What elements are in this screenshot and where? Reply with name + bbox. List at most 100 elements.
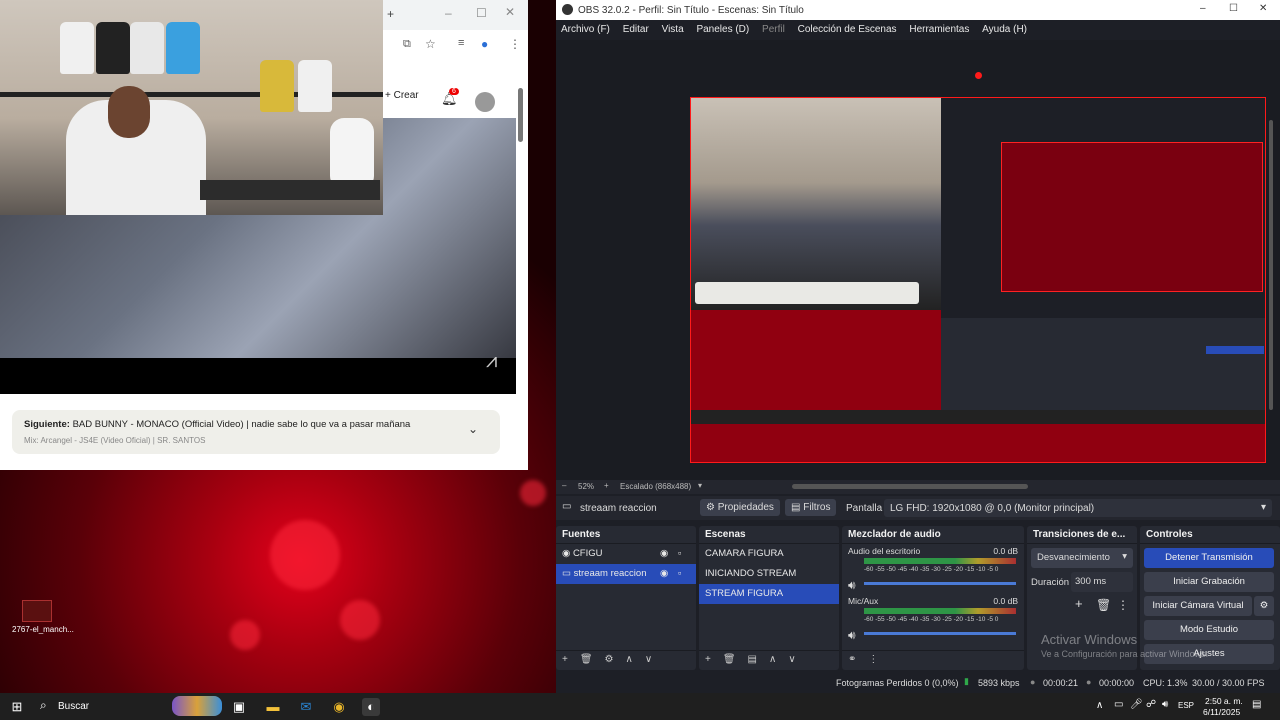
scenes-dock: Escenas CAMARA FIGURA INICIANDO STREAM S… xyxy=(699,526,839,670)
language-indicator[interactable]: ESP xyxy=(1178,701,1194,710)
battery-icon[interactable]: ▭ xyxy=(1114,699,1123,710)
source-item[interactable]: ▭ streaam reaccion ◉ ▫ xyxy=(556,564,696,584)
obs-window-title: OBS 32.0.2 - Perfil: Sin Título - Escena… xyxy=(578,5,804,16)
trash-icon[interactable]: 🗑︎ xyxy=(1096,598,1111,612)
menu-editar[interactable]: Editar xyxy=(618,20,654,35)
clock-date[interactable]: 6/11/2025 xyxy=(1203,707,1240,717)
playlist-icon[interactable]: ≡ xyxy=(458,37,464,49)
volume-slider[interactable] xyxy=(864,582,1016,585)
volume-icon[interactable]: 🔊︎ xyxy=(1162,699,1168,710)
create-button[interactable]: + Crear xyxy=(385,90,419,101)
scaling-dropdown-icon[interactable]: ▾ xyxy=(698,481,702,490)
file-explorer-icon[interactable]: ▬ xyxy=(264,698,282,716)
filter-icon[interactable]: ▤ xyxy=(742,651,763,668)
virtual-camera-gear-icon[interactable]: ⚙ xyxy=(1254,596,1274,616)
obs-taskbar-icon[interactable]: ◐ xyxy=(362,698,380,716)
microphone-icon[interactable]: 🎤︎ xyxy=(1130,699,1143,710)
menu-herramientas[interactable]: Herramientas xyxy=(904,20,974,35)
preview-canvas[interactable] xyxy=(690,97,1266,463)
down-icon[interactable]: ∨ xyxy=(639,651,658,668)
monitor-icon: ▭ xyxy=(562,501,572,512)
live-dot-icon: ● xyxy=(1030,677,1036,687)
start-recording-button[interactable]: Iniciar Grabación xyxy=(1144,572,1274,592)
scene-item[interactable]: INICIANDO STREAM xyxy=(699,564,839,584)
menu-paneles[interactable]: Paneles (D) xyxy=(691,20,754,35)
avatar[interactable] xyxy=(475,92,495,112)
preview-handle[interactable] xyxy=(975,72,982,79)
trash-icon[interactable]: 🗑︎ xyxy=(717,651,742,668)
chrome-icon[interactable]: ◉ xyxy=(330,698,348,716)
properties-button[interactable]: ⚙ Propiedades xyxy=(700,499,780,516)
notification-icon[interactable]: ▤ xyxy=(1252,699,1261,710)
channel-desktop-audio: Audio del escritorio 0.0 dB -60 -55 -50 … xyxy=(842,544,1024,596)
globe-icon[interactable]: ● xyxy=(481,37,488,51)
display-select[interactable]: LG FHD: 1920x1080 @ 0,0 (Monitor princip… xyxy=(884,499,1272,517)
desktop-file-icon[interactable]: 2767-el_manch... xyxy=(12,600,74,640)
cast-icon[interactable]: ⧉ xyxy=(403,38,411,51)
add-icon[interactable]: + xyxy=(556,651,574,668)
menu-ayuda[interactable]: Ayuda (H) xyxy=(977,20,1032,35)
horizontal-scrollbar[interactable] xyxy=(792,484,1028,489)
obs-maximize-icon[interactable]: ☐ xyxy=(1229,3,1238,14)
task-view-icon[interactable]: ▣ xyxy=(230,698,248,716)
menu-kebab-icon[interactable]: ⋮ xyxy=(509,37,521,51)
taskbar-search[interactable]: ⌕ Buscar xyxy=(34,695,224,717)
chevron-down-icon[interactable]: ⌄ xyxy=(468,422,478,436)
obs-statusbar: Fotogramas Perdidos 0 (0,0%) ▮ 5893 kbps… xyxy=(556,673,1280,693)
zoom-out-icon[interactable]: – xyxy=(562,481,566,490)
speaker-icon[interactable]: 🔊︎ xyxy=(848,628,856,643)
volume-slider[interactable] xyxy=(864,632,1016,635)
up-next-card[interactable]: Siguiente: BAD BUNNY - MONACO (Official … xyxy=(12,410,500,454)
obs-preview[interactable] xyxy=(556,40,1280,480)
windows-start-icon[interactable]: ⊞ xyxy=(8,698,26,716)
duration-spinbox[interactable]: 300 ms xyxy=(1071,572,1133,592)
menu-vista[interactable]: Vista xyxy=(657,20,689,35)
channel-name: Mic/Aux xyxy=(848,596,879,606)
menu-kebab-icon[interactable]: ⋮ xyxy=(862,651,884,668)
add-icon[interactable]: + xyxy=(699,651,717,668)
browser-scrollbar[interactable] xyxy=(518,88,523,142)
selected-source-name: streaam reaccion xyxy=(580,503,657,514)
up-icon[interactable]: ∧ xyxy=(620,651,639,668)
stop-stream-button[interactable]: Detener Transmisión xyxy=(1144,548,1274,568)
start-virtual-camera-button[interactable]: Iniciar Cámara Virtual xyxy=(1144,596,1252,616)
speaker-icon[interactable]: 🔊︎ xyxy=(848,578,856,593)
trash-icon[interactable]: 🗑︎ xyxy=(574,651,599,668)
close-icon[interactable]: ✕ xyxy=(505,5,515,19)
transition-select[interactable]: Desvanecimiento ▾ xyxy=(1031,548,1133,568)
scenes-title: Escenas xyxy=(699,526,839,544)
menu-kebab-icon[interactable]: ⋮ xyxy=(1117,598,1129,612)
link-icon[interactable]: ⚭ xyxy=(842,651,862,668)
lock-icon[interactable]: ▫ xyxy=(678,568,681,579)
tray-chevron-icon[interactable]: ∧ xyxy=(1096,700,1103,711)
network-icon[interactable]: ☍ xyxy=(1146,699,1156,710)
source-item[interactable]: ◉ CFIGU ◉ ▫ xyxy=(556,544,696,564)
minimize-icon[interactable]: – xyxy=(445,6,452,20)
browser-toolbar: ⧉ ☆ ≡ ● ⋮ xyxy=(383,30,528,60)
scene-item[interactable]: STREAM FIGURA xyxy=(699,584,839,604)
down-icon[interactable]: ∨ xyxy=(782,651,801,668)
file-thumbnail-icon xyxy=(22,600,52,622)
maximize-icon[interactable]: ☐ xyxy=(476,6,487,20)
visibility-eye-icon[interactable]: ◉ xyxy=(660,548,668,559)
camera-icon: ◉ xyxy=(562,548,573,559)
menu-perfil[interactable]: Perfil xyxy=(757,20,790,35)
add-icon[interactable]: + xyxy=(1075,596,1083,611)
menu-coleccion[interactable]: Colección de Escenas xyxy=(793,20,902,35)
menu-archivo[interactable]: Archivo (F) xyxy=(556,20,615,35)
up-icon[interactable]: ∧ xyxy=(763,651,782,668)
outlook-icon[interactable]: ✉ xyxy=(297,698,315,716)
gear-icon[interactable]: ⚙ xyxy=(599,651,620,668)
zoom-in-icon[interactable]: + xyxy=(604,481,609,490)
preview-scrollbar[interactable] xyxy=(1269,120,1273,410)
new-tab-icon[interactable]: + xyxy=(387,7,394,21)
obs-minimize-icon[interactable]: – xyxy=(1200,3,1206,14)
scene-item[interactable]: CAMARA FIGURA xyxy=(699,544,839,564)
display-label: Pantalla xyxy=(846,503,883,514)
lock-icon[interactable]: ▫ xyxy=(678,548,681,559)
clock-time[interactable]: 2:50 a. m. xyxy=(1205,696,1243,706)
visibility-eye-icon[interactable]: ◉ xyxy=(660,568,668,579)
obs-close-icon[interactable]: ✕ xyxy=(1259,3,1267,14)
filters-button[interactable]: ▤ Filtros xyxy=(785,499,837,516)
star-icon[interactable]: ☆ xyxy=(425,37,436,51)
